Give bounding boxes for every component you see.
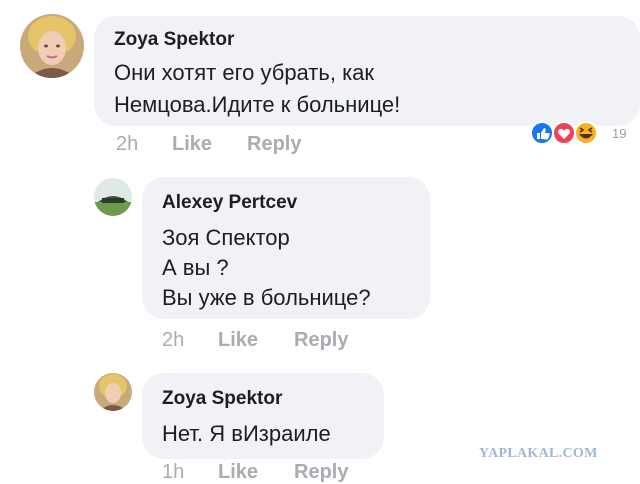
comment-text-line: Зоя Спектор (162, 225, 290, 250)
comment-text-line: А вы ? (162, 255, 229, 280)
like-button[interactable]: Like (218, 461, 258, 484)
comment-timestamp[interactable]: 2h (162, 329, 184, 352)
reaction-summary[interactable]: 19 (528, 118, 626, 148)
comment-author[interactable]: Zoya Spektor (114, 29, 234, 51)
reply-button[interactable]: Reply (294, 329, 348, 352)
reply-button[interactable]: Reply (247, 133, 301, 156)
comment-author[interactable]: Alexey Pertcev (162, 192, 297, 214)
reaction-count: 19 (612, 126, 627, 141)
watermark: YAPLAKAL.COM (479, 446, 598, 461)
avatar[interactable] (94, 178, 132, 216)
like-icon (530, 121, 554, 145)
comment-text-line: Они хотят его убрать, как (114, 60, 375, 85)
comment-text-line: Немцова.Идите к больнице! (114, 92, 401, 117)
avatar[interactable] (94, 373, 132, 411)
avatar[interactable] (20, 14, 84, 78)
like-button[interactable]: Like (172, 133, 212, 156)
comment-timestamp[interactable]: 2h (116, 133, 138, 156)
love-icon (552, 121, 576, 145)
like-button[interactable]: Like (218, 329, 258, 352)
comment-text-line: Вы уже в больнице? (162, 285, 371, 310)
comment-text-line: Нет. Я вИзраиле (162, 421, 331, 446)
haha-icon (574, 121, 598, 145)
comment-timestamp[interactable]: 1h (162, 461, 184, 484)
comment-bubble (142, 373, 384, 459)
comment-author[interactable]: Zoya Spektor (162, 388, 282, 410)
reply-button[interactable]: Reply (294, 461, 348, 484)
